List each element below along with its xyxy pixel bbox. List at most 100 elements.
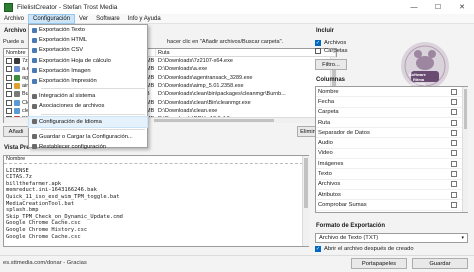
preview-area[interactable]: Nombre LICENSE CITAS.7z billthefarmer.apk m… bbox=[3, 155, 309, 247]
column-toggle-icon[interactable] bbox=[451, 171, 457, 178]
window-title: FilelistCreator - Stefan Trost Media bbox=[17, 3, 118, 11]
dropdown-item-8[interactable]: Configuración de Idioma bbox=[28, 115, 148, 128]
file-checkbox[interactable] bbox=[6, 83, 12, 90]
dropdown-item-5[interactable]: Exportación Impresión bbox=[29, 76, 147, 86]
dropdown-item-gutter bbox=[29, 117, 39, 127]
file-checkbox[interactable] bbox=[6, 66, 12, 73]
preview-line: memreduct.ini-1643166246.bak bbox=[6, 187, 97, 194]
column-toggle-icon[interactable] bbox=[451, 201, 457, 208]
column-item[interactable]: Audio bbox=[316, 138, 467, 149]
column-item[interactable]: Imágenes bbox=[316, 159, 467, 170]
clipboard-button[interactable]: Portapapeles bbox=[351, 258, 407, 269]
save-button[interactable]: Guardar bbox=[412, 258, 468, 269]
column-toggle-icon[interactable] bbox=[451, 119, 457, 126]
column-item[interactable]: Separador de Datos bbox=[316, 128, 467, 139]
giveaway-logo bbox=[401, 42, 449, 90]
column-item[interactable]: Nombre bbox=[316, 87, 467, 98]
file-checkbox[interactable] bbox=[6, 58, 12, 65]
dropdown-item-gutter bbox=[29, 66, 39, 76]
close-button[interactable]: ✕ bbox=[450, 0, 474, 14]
dropdown-item-1[interactable]: Exportación HTML bbox=[29, 35, 147, 45]
dropdown-item-6[interactable]: Integración al sistema bbox=[29, 91, 147, 101]
columns-scroll-thumb[interactable] bbox=[464, 89, 467, 129]
file-icon bbox=[14, 83, 20, 90]
menu-ver[interactable]: Ver bbox=[75, 14, 92, 24]
add-files-button[interactable]: Añadi bbox=[3, 126, 29, 137]
column-toggle-icon[interactable] bbox=[451, 88, 457, 95]
file-checkbox[interactable] bbox=[6, 99, 12, 106]
dropdown-item-gutter bbox=[29, 56, 39, 66]
preview-line: Google Chrome Cache.csc bbox=[6, 233, 81, 240]
menu-item-icon bbox=[31, 47, 37, 53]
menu-configuracion[interactable]: Configuración bbox=[28, 13, 76, 24]
columns-label: Columnas bbox=[316, 77, 346, 83]
menu-software[interactable]: Software bbox=[92, 14, 124, 24]
menu-item-icon bbox=[31, 58, 37, 64]
file-checkbox[interactable] bbox=[6, 107, 12, 114]
column-toggle-icon[interactable] bbox=[451, 150, 457, 157]
column-item-label: Carpeta bbox=[318, 109, 339, 116]
column-item-label: Ruta bbox=[318, 119, 331, 126]
column-item[interactable]: Ruta bbox=[316, 118, 467, 129]
menu-archivo[interactable]: Archivo bbox=[0, 14, 28, 24]
dropdown-item-4[interactable]: Exportación Imagen bbox=[29, 66, 147, 76]
column-item[interactable]: Atributos bbox=[316, 190, 467, 201]
dropdown-item-9[interactable]: Guardar o Cargar la Configuración... bbox=[29, 132, 147, 142]
dropdown-item-3[interactable]: Exportación Hoja de cálculo bbox=[29, 56, 147, 66]
include-files-label: Archivos bbox=[324, 40, 347, 46]
column-toggle-icon[interactable] bbox=[451, 160, 457, 167]
preview-scrollbar[interactable] bbox=[302, 156, 309, 246]
column-item[interactable]: Carpeta bbox=[316, 108, 467, 118]
file-icon bbox=[14, 99, 20, 106]
menu-item-icon bbox=[31, 134, 37, 140]
file-icon bbox=[14, 66, 20, 73]
dropdown-item-gutter bbox=[29, 25, 39, 35]
column-toggle-icon[interactable] bbox=[451, 140, 457, 147]
preview-scroll-thumb[interactable] bbox=[304, 158, 308, 208]
dropdown-item-7[interactable]: Asociaciones de archivos bbox=[29, 101, 147, 111]
preview-line: Skip_TPM_Check_on_Dynamic_Update.cmd bbox=[6, 213, 123, 220]
preview-line: MediaCreationTool.bat bbox=[6, 200, 75, 207]
column-toggle-icon[interactable] bbox=[451, 181, 457, 188]
menu-info-ayuda[interactable]: Info y Ayuda bbox=[124, 14, 165, 24]
column-toggle-icon[interactable] bbox=[451, 129, 457, 136]
dropdown-item-2[interactable]: Exportación CSV bbox=[29, 45, 147, 55]
export-format-select[interactable]: Archivo de Texto (TXT) ▾ bbox=[315, 233, 468, 243]
column-item[interactable]: Fecha bbox=[316, 97, 467, 108]
column-item[interactable]: Comprobar Sumas bbox=[316, 200, 467, 211]
dropdown-item-10[interactable]: Restablecer configuración bbox=[29, 142, 147, 152]
include-folders-checkbox[interactable] bbox=[315, 48, 321, 54]
filter-button[interactable]: Filtro... bbox=[315, 59, 347, 70]
preview-line: billthefarmer.apk bbox=[6, 180, 62, 187]
column-item[interactable]: Archivos bbox=[316, 180, 467, 190]
columns-scrollbar[interactable] bbox=[462, 87, 468, 212]
file-list-hscroll-thumb[interactable] bbox=[154, 119, 274, 122]
column-item-label: Imágenes bbox=[318, 160, 344, 167]
preview-line: Google Chrome Cache.csc bbox=[6, 220, 81, 227]
include-files-checkbox[interactable]: ✓ bbox=[315, 40, 321, 46]
column-item[interactable]: Texto bbox=[316, 169, 467, 180]
column-item-label: Nombre bbox=[318, 88, 339, 95]
column-item-label: Video bbox=[318, 150, 333, 157]
dropdown-item-label: Exportación CSV bbox=[39, 47, 84, 54]
open-after-row[interactable]: ✓ Abrir el archivo después de creado bbox=[315, 245, 414, 253]
open-after-checkbox[interactable]: ✓ bbox=[315, 246, 321, 252]
column-toggle-icon[interactable] bbox=[451, 98, 457, 105]
columns-list[interactable]: Nombre Fecha Carpeta Ruta Separador de Datos… bbox=[315, 86, 468, 213]
file-checkbox[interactable] bbox=[6, 91, 12, 98]
maximize-button[interactable]: ☐ bbox=[426, 0, 450, 14]
menu-item-icon bbox=[31, 37, 37, 43]
file-checkbox[interactable] bbox=[6, 74, 12, 81]
dropdown-item-gutter bbox=[29, 91, 39, 101]
col-header-ruta[interactable]: Ruta bbox=[156, 49, 336, 56]
column-toggle-icon[interactable] bbox=[451, 109, 457, 116]
dropdown-item-label: Guardar o Cargar la Configuración... bbox=[39, 133, 133, 140]
dropdown-item-0[interactable]: Exportación Texto bbox=[29, 25, 147, 35]
include-folders-label: Carpetas bbox=[324, 48, 348, 54]
column-item-label: Fecha bbox=[318, 98, 335, 105]
column-item[interactable]: Video bbox=[316, 149, 467, 160]
column-toggle-icon[interactable] bbox=[451, 191, 457, 198]
dropdown-item-label: Exportación Hoja de cálculo bbox=[39, 57, 111, 64]
donate-link[interactable]: es.sttmedia.com/donar - Gracias bbox=[3, 260, 87, 266]
minimize-button[interactable]: — bbox=[402, 0, 426, 14]
